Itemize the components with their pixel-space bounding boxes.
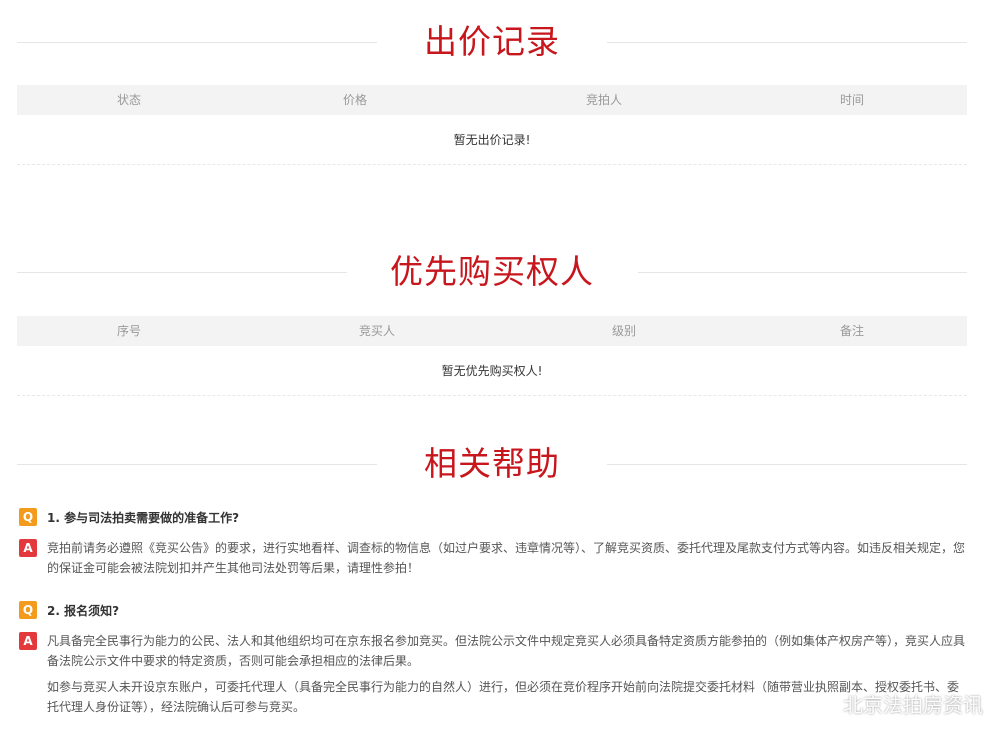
watermark-text: 北京法拍房资讯 — [843, 693, 983, 717]
help-header: 相关帮助 — [17, 440, 967, 490]
answer-block: A 竞拍前请务必遵照《竞买公告》的要求，进行实地看样、调查标的物信息（如过户要求… — [17, 538, 967, 578]
bid-records-table: 状态 价格 竞拍人 时间 暂无出价记录! — [17, 85, 967, 165]
empty-message: 暂无优先购买权人! — [17, 346, 967, 396]
column-header-time: 时间 — [839, 93, 865, 107]
help-item: Q 1. 参与司法拍卖需要做的准备工作? A 竞拍前请务必遵照《竞买公告》的要求… — [17, 508, 967, 578]
empty-message: 暂无出价记录! — [17, 115, 967, 165]
priority-buyers-header: 优先购买权人 — [17, 248, 967, 298]
answer-badge: A — [19, 632, 37, 650]
column-header-buyer: 竞买人 — [358, 324, 396, 338]
table-header: 状态 价格 竞拍人 时间 — [17, 85, 967, 115]
question-badge: Q — [19, 508, 37, 526]
answer-badge: A — [19, 539, 37, 557]
column-header-index: 序号 — [116, 324, 142, 338]
bid-records-header: 出价记录 — [17, 18, 967, 68]
column-header-remark: 备注 — [839, 324, 865, 338]
weibo-icon — [807, 692, 837, 716]
table-header: 序号 竞买人 级别 备注 — [17, 316, 967, 346]
column-header-level: 级别 — [611, 324, 637, 338]
divider-right — [638, 272, 967, 273]
priority-buyers-table: 序号 竞买人 级别 备注 暂无优先购买权人! — [17, 316, 967, 396]
column-header-bidder: 竞拍人 — [585, 93, 623, 107]
question-text: 1. 参与司法拍卖需要做的准备工作? — [47, 511, 240, 525]
question-text: 2. 报名须知? — [47, 604, 120, 618]
question-row: Q 2. 报名须知? — [17, 601, 967, 623]
answer-text: 竞拍前请务必遵照《竞买公告》的要求，进行实地看样、调查标的物信息（如过户要求、违… — [47, 541, 966, 575]
answer-text: 凡具备完全民事行为能力的公民、法人和其他组织均可在京东报名参加竞买。但法院公示文… — [47, 634, 966, 668]
question-badge: Q — [19, 601, 37, 619]
question-row: Q 1. 参与司法拍卖需要做的准备工作? — [17, 508, 967, 530]
divider-right — [607, 464, 967, 465]
column-header-price: 价格 — [342, 93, 368, 107]
watermark: 北京法拍房资讯 — [807, 689, 983, 718]
divider-right — [607, 42, 967, 43]
column-header-status: 状态 — [116, 93, 142, 107]
